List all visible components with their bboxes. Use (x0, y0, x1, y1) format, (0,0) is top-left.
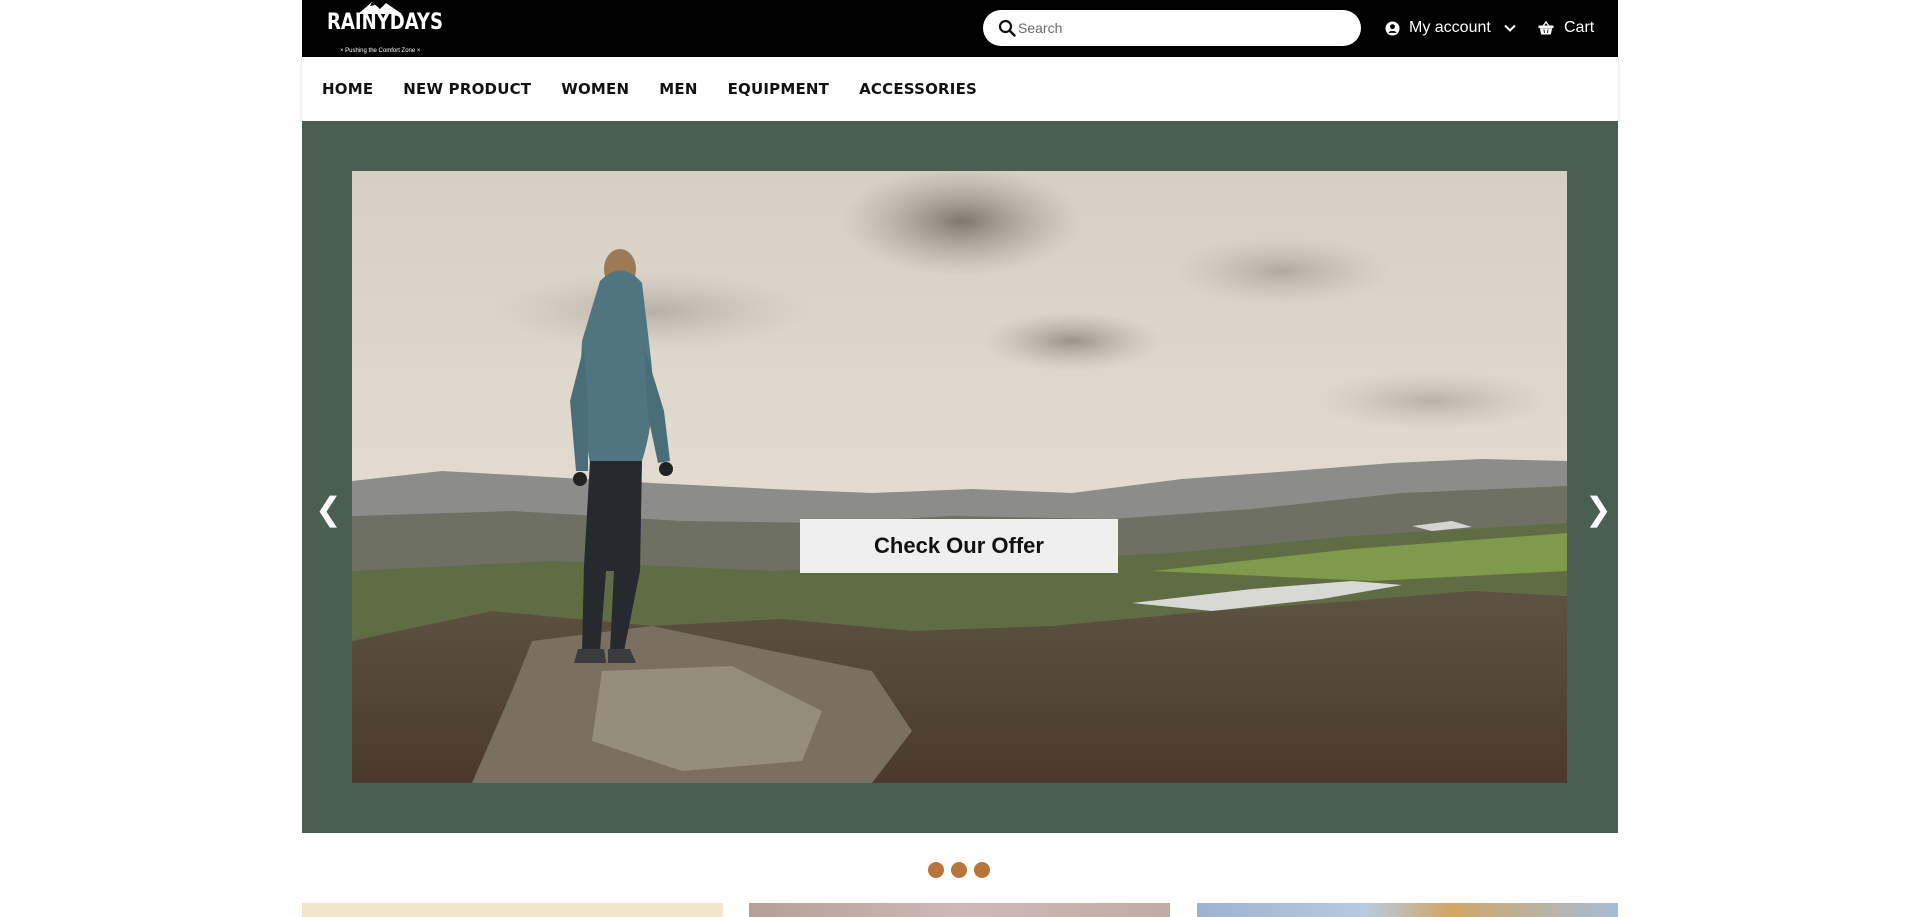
promo-tile-2[interactable] (749, 903, 1170, 917)
carousel-prev-button[interactable]: ❮ (315, 493, 342, 525)
carousel-dot-2[interactable] (951, 862, 967, 878)
search-box[interactable] (983, 10, 1361, 46)
page: RAINYDAYS × Pushing the Comfort Zone × M… (0, 0, 1920, 917)
carousel-dot-3[interactable] (974, 862, 990, 878)
nav-item-accessories[interactable]: ACCESSORIES (859, 80, 977, 98)
carousel-next-button[interactable]: ❯ (1585, 493, 1612, 525)
landscape-photo (352, 171, 1567, 783)
chevron-down-icon[interactable] (1503, 21, 1517, 35)
search-icon[interactable] (998, 19, 1016, 37)
my-account-menu[interactable]: My account (1385, 16, 1517, 40)
cart-link[interactable]: Cart (1538, 16, 1594, 40)
hero-carousel: ❮ ❯ Check Our Offer (302, 121, 1618, 833)
check-offer-button[interactable]: Check Our Offer (800, 519, 1118, 573)
top-bar: RAINYDAYS × Pushing the Comfort Zone × M… (302, 0, 1618, 57)
logo-tagline: × Pushing the Comfort Zone × (340, 48, 421, 54)
carousel-dot-1[interactable] (928, 862, 944, 878)
cart-label[interactable]: Cart (1564, 19, 1594, 37)
nav-item-equipment[interactable]: EQUIPMENT (728, 80, 830, 98)
carousel-dots (928, 862, 997, 878)
search-input[interactable] (1018, 10, 1348, 46)
promo-tile-1[interactable] (302, 903, 723, 917)
logo[interactable]: RAINYDAYS × Pushing the Comfort Zone × (326, 0, 443, 57)
basket-icon (1538, 21, 1554, 35)
hero-slide-image (352, 171, 1567, 783)
nav-item-home[interactable]: HOME (322, 80, 373, 98)
nav-item-men[interactable]: MEN (659, 80, 697, 98)
promo-tile-3[interactable] (1197, 903, 1618, 917)
logo-wordmark: RAINYDAYS (327, 10, 443, 35)
user-circle-icon (1385, 20, 1400, 36)
my-account-label[interactable]: My account (1409, 19, 1491, 37)
main-nav: HOME NEW PRODUCT WOMEN MEN EQUIPMENT ACC… (302, 57, 1618, 121)
nav-item-women[interactable]: WOMEN (561, 80, 629, 98)
nav-item-new-product[interactable]: NEW PRODUCT (403, 80, 531, 98)
